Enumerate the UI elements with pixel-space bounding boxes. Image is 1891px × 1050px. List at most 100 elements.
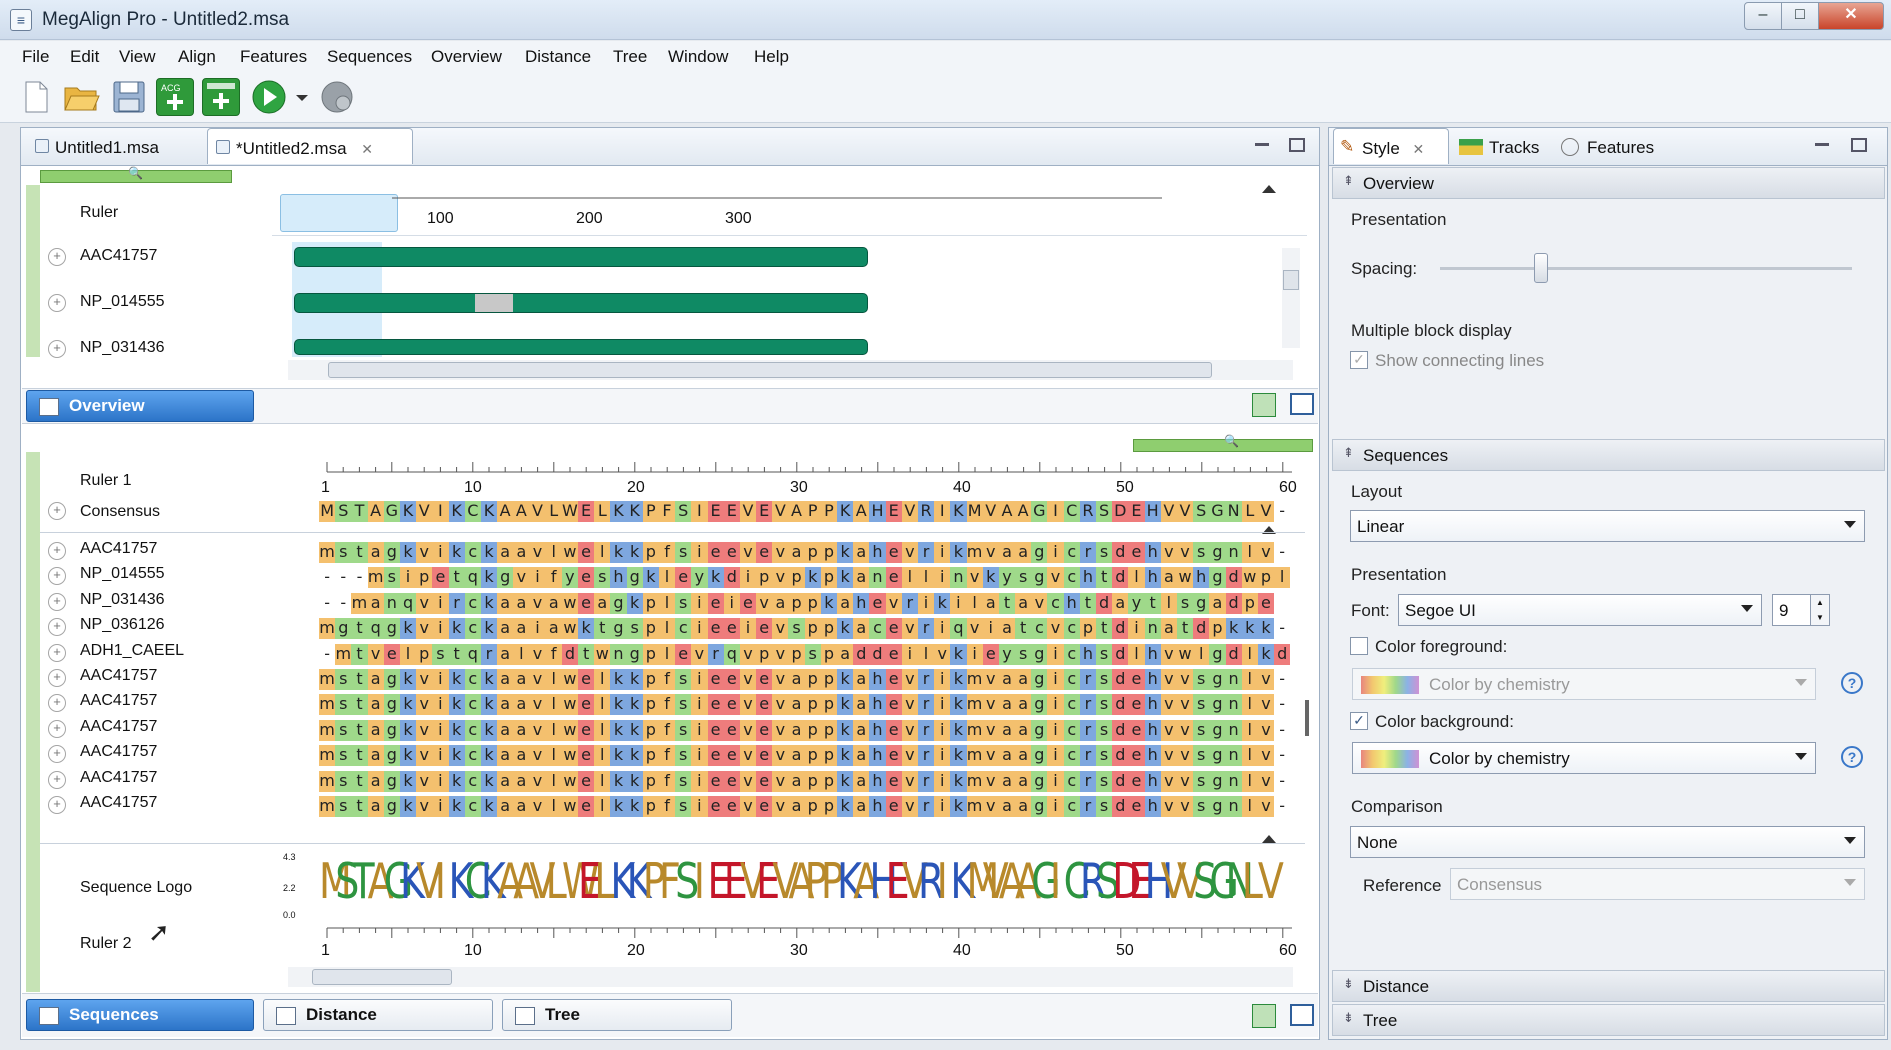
- residue[interactable]: t: [1096, 618, 1113, 640]
- residue[interactable]: c: [464, 542, 481, 563]
- residue[interactable]: k: [626, 796, 643, 817]
- tab-untitled2[interactable]: *Untitled2.msa ✕: [207, 128, 413, 164]
- residue[interactable]: V: [416, 501, 433, 522]
- residue[interactable]: i: [1047, 770, 1064, 792]
- menu-tree[interactable]: Tree: [613, 47, 647, 67]
- residue[interactable]: s: [1096, 669, 1113, 690]
- residue[interactable]: l: [1128, 567, 1145, 589]
- residue[interactable]: i: [966, 643, 983, 665]
- residue[interactable]: a: [1015, 542, 1032, 563]
- menu-help[interactable]: Help: [754, 47, 789, 67]
- residue[interactable]: m: [319, 618, 336, 640]
- residue[interactable]: p: [820, 542, 837, 563]
- residue[interactable]: e: [707, 542, 724, 563]
- sequence-name[interactable]: AAC41757: [80, 769, 157, 787]
- residue[interactable]: g: [1209, 643, 1226, 665]
- residue[interactable]: e: [885, 694, 902, 716]
- sequence-coverage-bar[interactable]: [294, 339, 868, 355]
- sequences-splitter[interactable]: [26, 452, 40, 992]
- residue[interactable]: l: [1274, 567, 1291, 589]
- residue[interactable]: v: [901, 694, 918, 716]
- residue[interactable]: t: [1096, 567, 1113, 589]
- residue[interactable]: l: [1241, 643, 1258, 665]
- residue[interactable]: v: [416, 745, 433, 767]
- residue[interactable]: t: [998, 592, 1016, 614]
- residue[interactable]: K: [626, 501, 643, 522]
- residue[interactable]: t: [351, 542, 368, 563]
- residue[interactable]: l: [1241, 770, 1258, 792]
- residue[interactable]: p: [416, 567, 433, 589]
- residue[interactable]: i: [917, 592, 935, 614]
- residue[interactable]: v: [513, 567, 530, 589]
- residue[interactable]: m: [367, 567, 384, 589]
- residue[interactable]: v: [772, 618, 789, 640]
- residue[interactable]: t: [1144, 592, 1161, 614]
- residue[interactable]: q: [950, 618, 967, 640]
- residue[interactable]: k: [399, 770, 417, 792]
- residue[interactable]: r: [917, 745, 935, 767]
- residue[interactable]: a: [513, 796, 530, 817]
- residue[interactable]: I: [432, 501, 449, 522]
- maximize-view-icon[interactable]: [1290, 393, 1314, 415]
- residue[interactable]: p: [804, 694, 821, 716]
- residue[interactable]: a: [513, 694, 530, 716]
- menu-edit[interactable]: Edit: [70, 47, 99, 67]
- residue[interactable]: h: [869, 770, 886, 792]
- expand-icon[interactable]: +: [48, 770, 66, 789]
- residue[interactable]: g: [1031, 542, 1048, 563]
- residue[interactable]: v: [1160, 669, 1177, 690]
- residue[interactable]: v: [529, 643, 546, 665]
- residue[interactable]: e: [707, 770, 724, 792]
- residue[interactable]: g: [335, 618, 352, 640]
- residue[interactable]: k: [448, 745, 465, 767]
- residue[interactable]: k: [480, 542, 498, 563]
- residue[interactable]: a: [788, 719, 805, 741]
- residue[interactable]: A: [853, 501, 870, 522]
- residue[interactable]: i: [529, 567, 546, 589]
- sequence-coverage-bar[interactable]: [294, 293, 868, 313]
- residue[interactable]: p: [1079, 618, 1096, 640]
- residue[interactable]: g: [1209, 669, 1226, 690]
- residue[interactable]: v: [982, 719, 999, 741]
- residue[interactable]: V: [1257, 501, 1275, 522]
- residue[interactable]: a: [1015, 669, 1032, 690]
- residue[interactable]: e: [675, 643, 692, 665]
- residue[interactable]: g: [383, 745, 400, 767]
- residue[interactable]: g: [1209, 694, 1226, 716]
- residue[interactable]: s: [335, 796, 352, 817]
- residue[interactable]: m: [966, 770, 983, 792]
- residue[interactable]: i: [691, 669, 708, 690]
- residue[interactable]: c: [869, 618, 886, 640]
- residue[interactable]: a: [594, 592, 611, 614]
- residue[interactable]: s: [1096, 719, 1113, 741]
- residue[interactable]: p: [1257, 567, 1275, 589]
- section-sequences[interactable]: ⇞ Sequences: [1332, 439, 1885, 471]
- residue[interactable]: k: [950, 669, 967, 690]
- residue[interactable]: a: [513, 592, 530, 614]
- residue[interactable]: v: [739, 796, 757, 817]
- expand-icon[interactable]: +: [48, 694, 66, 713]
- residue[interactable]: e: [1128, 745, 1145, 767]
- residue[interactable]: h: [1144, 694, 1161, 716]
- residue[interactable]: e: [723, 618, 740, 640]
- residue[interactable]: a: [1015, 694, 1032, 716]
- residue[interactable]: w: [561, 618, 578, 640]
- close-button[interactable]: ✕: [1818, 2, 1884, 30]
- residue[interactable]: e: [885, 796, 902, 817]
- residue[interactable]: k: [448, 669, 465, 690]
- residue[interactable]: a: [788, 796, 805, 817]
- reference-select[interactable]: Consensus: [1450, 868, 1865, 900]
- residue[interactable]: k: [399, 694, 417, 716]
- residue[interactable]: s: [675, 694, 692, 716]
- residue[interactable]: c: [464, 796, 481, 817]
- residue[interactable]: f: [545, 643, 562, 665]
- residue[interactable]: k: [578, 618, 595, 640]
- residue[interactable]: l: [545, 719, 562, 741]
- residue[interactable]: r: [707, 643, 724, 665]
- residue[interactable]: S: [1096, 501, 1113, 522]
- residue[interactable]: g: [1031, 643, 1048, 665]
- residue[interactable]: v: [982, 770, 999, 792]
- residue[interactable]: s: [1193, 694, 1210, 716]
- residue[interactable]: V: [739, 501, 757, 522]
- residue[interactable]: l: [1241, 694, 1258, 716]
